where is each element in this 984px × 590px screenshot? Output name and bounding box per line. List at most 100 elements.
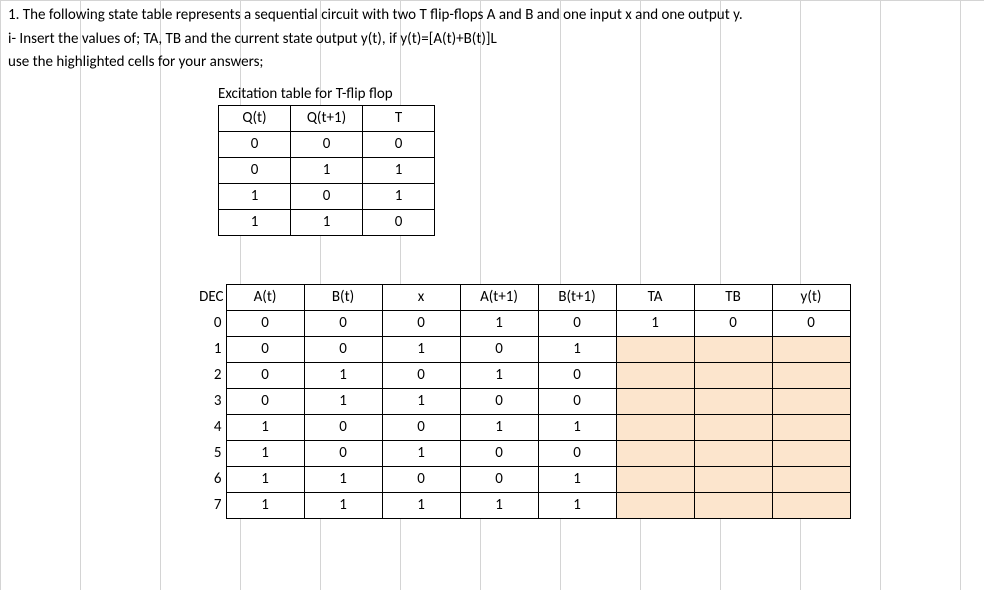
state-cell[interactable]	[694, 336, 772, 362]
problem-line-1: 1. The following state table represents …	[0, 4, 984, 28]
state-header: B(t)	[304, 284, 382, 310]
state-cell[interactable]	[616, 466, 694, 492]
state-cell: 1	[382, 388, 460, 414]
state-cell[interactable]	[772, 362, 850, 388]
excitation-cell: 0	[363, 131, 435, 157]
state-cell: 1	[538, 492, 616, 518]
excitation-cell: 0	[291, 131, 363, 157]
state-cell: 0	[226, 362, 304, 388]
excitation-header: T	[363, 105, 435, 131]
excitation-header: Q(t)	[219, 105, 291, 131]
state-cell[interactable]	[772, 466, 850, 492]
excitation-cell: 1	[363, 157, 435, 183]
state-header: TA	[616, 284, 694, 310]
state-cell: 0	[382, 362, 460, 388]
state-cell: 1	[460, 310, 538, 336]
state-cell[interactable]	[694, 414, 772, 440]
excitation-cell: 1	[363, 183, 435, 209]
state-header: x	[382, 284, 460, 310]
state-cell: 0	[304, 336, 382, 362]
state-cell: 1	[382, 336, 460, 362]
state-dec-cell: 7	[178, 492, 226, 518]
state-cell: 1	[538, 466, 616, 492]
state-cell[interactable]	[616, 492, 694, 518]
excitation-table: Q(t) Q(t+1) T 0 0 0 0 1 1 1 0 1 1 1	[218, 105, 435, 236]
excitation-cell: 1	[291, 157, 363, 183]
state-cell: 1	[226, 414, 304, 440]
state-cell[interactable]	[772, 388, 850, 414]
state-cell[interactable]	[616, 388, 694, 414]
state-dec-cell: 4	[178, 414, 226, 440]
state-cell: 0	[538, 440, 616, 466]
state-dec-cell: 1	[178, 336, 226, 362]
state-cell: 0	[538, 362, 616, 388]
state-cell: 0	[538, 310, 616, 336]
state-cell[interactable]	[694, 492, 772, 518]
state-header: A(t+1)	[460, 284, 538, 310]
state-cell: 0	[694, 310, 772, 336]
state-cell: 1	[382, 440, 460, 466]
state-cell: 1	[538, 414, 616, 440]
excitation-cell: 0	[291, 183, 363, 209]
state-dec-cell: 0	[178, 310, 226, 336]
state-cell: 1	[226, 492, 304, 518]
state-dec-cell: 6	[178, 466, 226, 492]
state-cell: 1	[304, 388, 382, 414]
excitation-title: Excitation table for T-flip flop	[218, 85, 984, 105]
state-cell: 1	[382, 492, 460, 518]
state-cell: 1	[460, 492, 538, 518]
state-cell: 1	[304, 492, 382, 518]
state-cell: 1	[226, 466, 304, 492]
state-cell: 0	[772, 310, 850, 336]
state-cell: 0	[460, 336, 538, 362]
excitation-cell: 0	[219, 131, 291, 157]
state-cell: 0	[304, 414, 382, 440]
state-dec-cell: 3	[178, 388, 226, 414]
state-dec-cell: 2	[178, 362, 226, 388]
state-header: y(t)	[772, 284, 850, 310]
state-cell[interactable]	[694, 362, 772, 388]
state-cell[interactable]	[694, 388, 772, 414]
state-cell: 1	[616, 310, 694, 336]
problem-line-3: use the highlighted cells for your answe…	[0, 51, 984, 75]
state-cell[interactable]	[694, 440, 772, 466]
state-cell[interactable]	[772, 492, 850, 518]
excitation-cell: 1	[219, 209, 291, 235]
state-header: B(t+1)	[538, 284, 616, 310]
problem-line-2: i- Insert the values of; TA, TB and the …	[0, 28, 984, 52]
excitation-cell: 0	[219, 157, 291, 183]
state-cell: 0	[226, 336, 304, 362]
state-cell[interactable]	[772, 440, 850, 466]
state-header: TB	[694, 284, 772, 310]
state-cell: 1	[538, 336, 616, 362]
state-cell: 0	[382, 310, 460, 336]
excitation-cell: 1	[219, 183, 291, 209]
state-cell: 0	[382, 414, 460, 440]
state-cell[interactable]	[772, 414, 850, 440]
state-cell: 1	[460, 362, 538, 388]
state-cell: 1	[460, 414, 538, 440]
state-cell: 1	[304, 466, 382, 492]
state-dec-cell: 5	[178, 440, 226, 466]
excitation-cell: 0	[363, 209, 435, 235]
state-cell[interactable]	[772, 336, 850, 362]
state-cell: 0	[382, 466, 460, 492]
state-cell[interactable]	[694, 466, 772, 492]
state-cell: 1	[226, 440, 304, 466]
state-cell[interactable]	[616, 336, 694, 362]
state-cell: 0	[460, 440, 538, 466]
state-cell: 0	[226, 388, 304, 414]
excitation-header: Q(t+1)	[291, 105, 363, 131]
state-cell[interactable]	[616, 414, 694, 440]
state-cell: 0	[538, 388, 616, 414]
state-cell: 1	[304, 362, 382, 388]
state-cell[interactable]	[616, 440, 694, 466]
state-dec-header: DEC	[178, 284, 226, 310]
state-cell: 0	[304, 440, 382, 466]
state-cell[interactable]	[616, 362, 694, 388]
state-cell: 0	[460, 388, 538, 414]
state-cell: 0	[226, 310, 304, 336]
state-cell: 0	[460, 466, 538, 492]
excitation-cell: 1	[291, 209, 363, 235]
state-header: A(t)	[226, 284, 304, 310]
